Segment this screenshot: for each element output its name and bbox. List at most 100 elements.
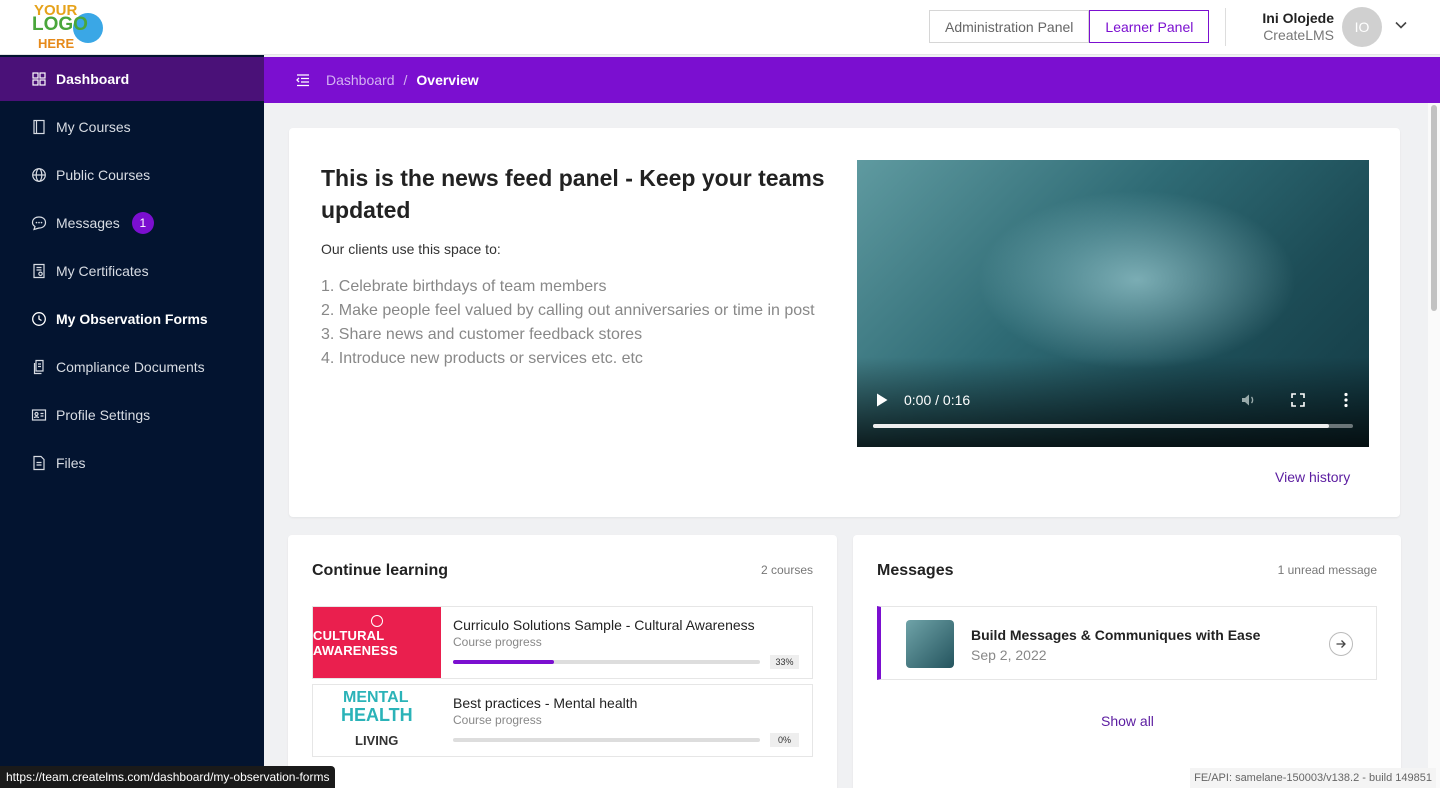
list-item: 1. Celebrate birthdays of team members: [321, 278, 607, 295]
grid-icon: [32, 72, 46, 86]
sidebar-item-my-observation-forms[interactable]: My Observation Forms: [0, 297, 264, 341]
list-item[interactable]: MENTAL HEALTH LIVING Best practices - Me…: [312, 684, 813, 757]
more-options-icon[interactable]: [1337, 391, 1355, 409]
id-card-icon: [31, 409, 47, 421]
course-thumbnail: CULTURAL AWARENESS: [313, 607, 441, 678]
thumbnail-text: LIVING: [355, 733, 399, 748]
messages-card: Messages 1 unread message Build Messages…: [853, 535, 1401, 788]
menu-collapse-icon[interactable]: [296, 73, 310, 87]
continue-learning-title: Continue learning: [312, 562, 448, 579]
file-icon: [33, 455, 45, 471]
sidebar-item-label: My Observation Forms: [56, 311, 208, 327]
sidebar-item-my-certificates[interactable]: My Certificates: [0, 249, 264, 293]
breadcrumb-current: Overview: [416, 72, 479, 88]
thumbnail-text: HEALTH: [341, 705, 413, 725]
administration-panel-button[interactable]: Administration Panel: [929, 10, 1090, 43]
news-intro: Our clients use this space to:: [321, 241, 501, 257]
message-item[interactable]: Build Messages & Communiques with Ease S…: [877, 606, 1377, 680]
list-item: 3. Share news and customer feedback stor…: [321, 326, 643, 343]
chevron-down-icon[interactable]: [1393, 17, 1409, 33]
course-progress-percent: 0%: [770, 733, 799, 747]
user-info[interactable]: Ini Olojede CreateLMS: [1240, 10, 1334, 43]
news-feed-card: This is the news feed panel - Keep your …: [289, 128, 1400, 517]
course-progress-label: Course progress: [453, 713, 542, 727]
company-logo[interactable]: YOUR LOGO HERE: [30, 2, 113, 52]
volume-icon[interactable]: [1240, 391, 1258, 409]
course-progress-percent: 33%: [770, 655, 799, 669]
course-thumbnail: MENTAL HEALTH LIVING: [313, 685, 441, 756]
sidebar-item-label: Public Courses: [56, 167, 151, 183]
sidebar-item-my-courses[interactable]: My Courses: [0, 105, 264, 149]
video-seek-fill: [873, 424, 1329, 428]
sidebar-item-label: My Certificates: [56, 263, 149, 279]
documents-icon: [33, 359, 44, 375]
course-progress-label: Course progress: [453, 635, 542, 649]
open-message-button[interactable]: [1329, 632, 1353, 656]
message-title: Build Messages & Communiques with Ease: [971, 627, 1261, 643]
show-all-messages-link[interactable]: Show all: [1101, 713, 1154, 729]
messages-title: Messages: [877, 562, 954, 579]
news-list: 1. Celebrate birthdays of team members 2…: [321, 275, 815, 371]
sidebar-item-label: Messages: [56, 215, 120, 231]
message-date: Sep 2, 2022: [971, 647, 1047, 663]
course-progress-bar: [453, 660, 760, 664]
list-item[interactable]: CULTURAL AWARENESS Curriculo Solutions S…: [312, 606, 813, 679]
chat-icon: [31, 216, 47, 231]
sidebar-item-label: Dashboard: [56, 71, 130, 87]
video-frame-image: [977, 190, 1297, 370]
globe-icon: [32, 168, 46, 182]
user-organisation: CreateLMS: [1263, 27, 1334, 43]
fullscreen-icon[interactable]: [1289, 391, 1307, 409]
video-time: 0:00 / 0:16: [904, 392, 971, 408]
logo-line2: LOGO: [32, 14, 88, 35]
book-icon: [33, 119, 45, 135]
status-bar-url: https://team.createlms.com/dashboard/my-…: [0, 766, 336, 788]
news-video-player[interactable]: 0:00 / 0:16: [857, 160, 1369, 447]
courses-count: 2 courses: [760, 563, 813, 577]
panel-switcher: Administration Panel Learner Panel: [929, 10, 1210, 43]
video-controls: 0:00 / 0:16: [857, 388, 1369, 412]
sidebar-item-dashboard[interactable]: Dashboard: [0, 57, 264, 101]
sidebar: Dashboard My Courses Public Courses Mess…: [0, 55, 264, 788]
scrollbar-thumb[interactable]: [1431, 105, 1437, 311]
view-history-link[interactable]: View history: [1275, 469, 1350, 485]
sidebar-item-label: Compliance Documents: [56, 359, 205, 375]
sidebar-item-files[interactable]: Files: [0, 441, 264, 485]
top-header: YOUR LOGO HERE Administration Panel Lear…: [0, 0, 1440, 55]
continue-learning-card: Continue learning 2 courses CULTURAL AWA…: [288, 535, 837, 788]
unread-count: 1 unread message: [1277, 563, 1377, 577]
thumbnail-text: CULTURAL AWARENESS: [313, 627, 398, 658]
clock-icon: [32, 312, 46, 326]
sidebar-item-label: Profile Settings: [56, 407, 151, 423]
sidebar-item-profile-settings[interactable]: Profile Settings: [0, 393, 264, 437]
header-divider: [1225, 8, 1226, 46]
sidebar-item-label: My Courses: [56, 119, 131, 135]
play-icon[interactable]: [875, 392, 889, 408]
course-title: Best practices - Mental health: [453, 695, 638, 711]
sidebar-item-messages[interactable]: Messages 1: [0, 201, 264, 245]
learner-panel-button[interactable]: Learner Panel: [1089, 10, 1210, 43]
list-item: 4. Introduce new products or services et…: [321, 350, 643, 367]
arrow-right-icon: [1336, 640, 1346, 648]
play-circle-icon: [371, 615, 383, 627]
certificate-icon: [33, 263, 45, 279]
video-seek-bar[interactable]: [873, 424, 1353, 428]
logo-line3: HERE: [38, 36, 75, 51]
list-item: 2. Make people feel valued by calling ou…: [321, 302, 815, 319]
unread-badge: 1: [131, 212, 154, 234]
breadcrumb: Dashboard / Overview: [264, 57, 1440, 103]
sidebar-item-label: Files: [56, 455, 86, 471]
sidebar-item-public-courses[interactable]: Public Courses: [0, 153, 264, 197]
sidebar-item-compliance-documents[interactable]: Compliance Documents: [0, 345, 264, 389]
course-title: Curriculo Solutions Sample - Cultural Aw…: [453, 617, 755, 633]
page-scrollbar[interactable]: [1428, 103, 1440, 788]
message-thumbnail: [906, 620, 954, 668]
user-name: Ini Olojede: [1262, 10, 1334, 26]
breadcrumb-separator: /: [403, 72, 408, 88]
course-progress-bar: [453, 738, 760, 742]
build-info: FE/API: samelane-150003/v138.2 - build 1…: [1190, 768, 1436, 788]
news-title: This is the news feed panel - Keep your …: [321, 165, 825, 223]
avatar[interactable]: IO: [1342, 7, 1382, 47]
breadcrumb-dashboard-link[interactable]: Dashboard: [326, 72, 395, 88]
course-progress-fill: [453, 660, 555, 664]
